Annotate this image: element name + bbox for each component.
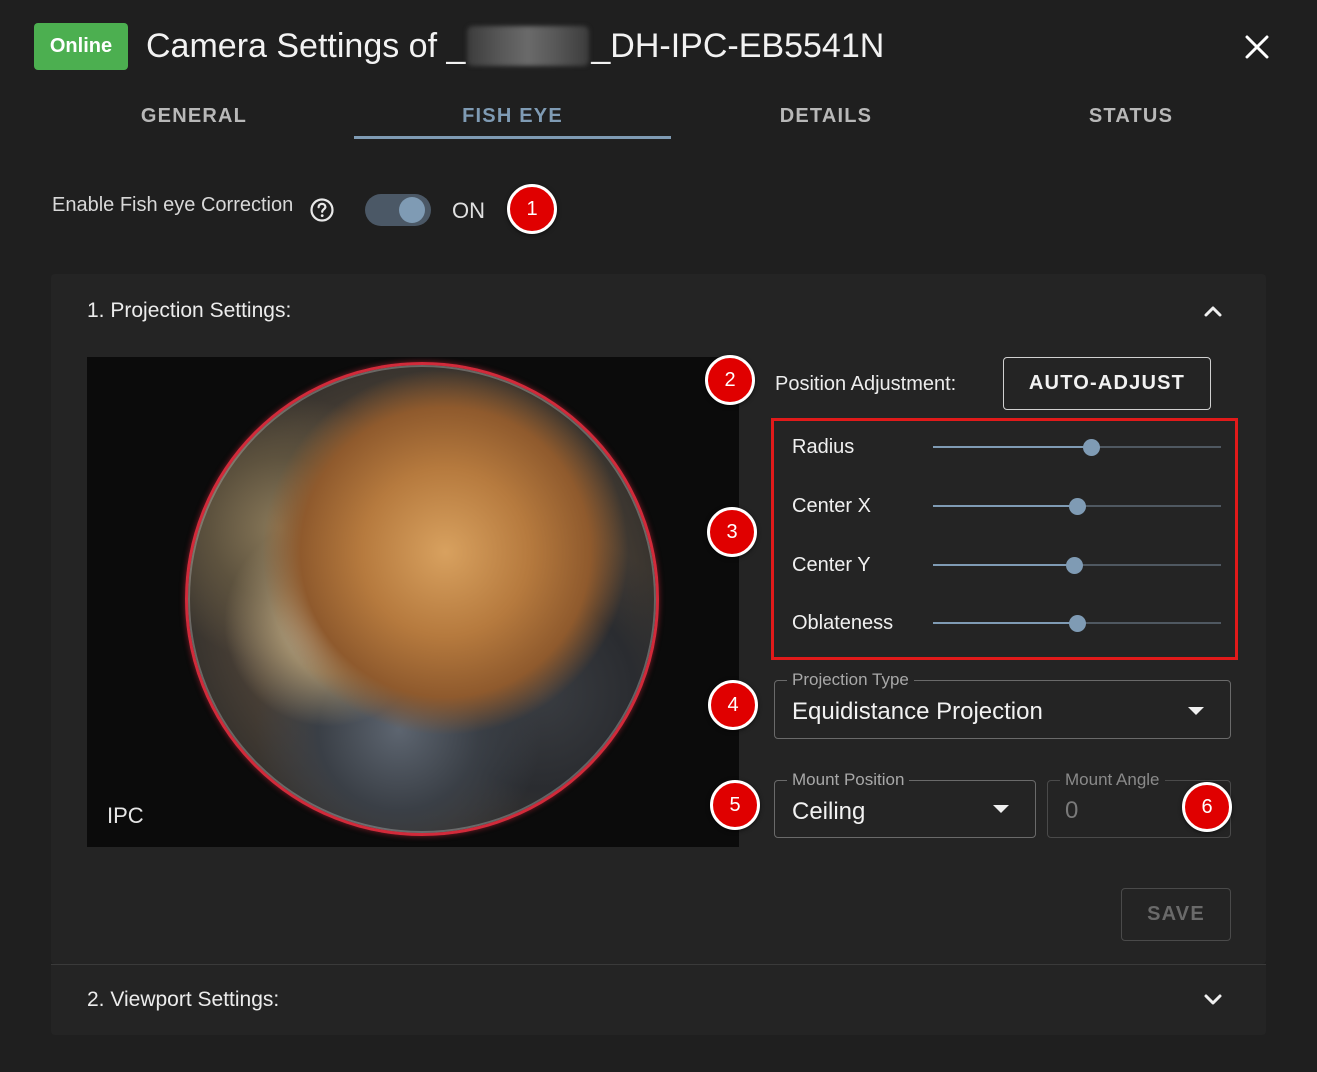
active-tab-indicator — [354, 136, 671, 139]
slider-fill — [933, 505, 1077, 507]
radius-label: Radius — [792, 436, 855, 458]
annotation-marker-2: 2 — [705, 355, 755, 405]
fisheye-image — [185, 362, 659, 836]
viewport-settings-panel[interactable]: 2. Viewport Settings: — [51, 965, 1266, 1035]
save-button[interactable]: SAVE — [1121, 888, 1231, 941]
annotation-marker-4: 4 — [708, 680, 758, 730]
mount-angle-value: 0 — [1065, 797, 1079, 824]
tab-fish-eye[interactable]: FISH EYE — [354, 92, 671, 140]
enable-fisheye-label: Enable Fish eye Correction — [52, 194, 294, 216]
tab-status[interactable]: STATUS — [981, 92, 1281, 140]
tab-general[interactable]: GENERAL — [34, 92, 354, 140]
center-x-slider[interactable] — [933, 496, 1221, 516]
preview-label: IPC — [107, 803, 144, 828]
annotation-marker-3: 3 — [707, 507, 757, 557]
center-x-label: Center X — [792, 495, 871, 517]
chevron-down-icon[interactable] — [1199, 985, 1227, 1013]
title-prefix: Camera Settings of _ — [146, 26, 466, 65]
oblateness-slider[interactable] — [933, 613, 1221, 633]
slider-knob[interactable] — [1069, 498, 1086, 515]
annotation-marker-5: 5 — [710, 780, 760, 830]
auto-adjust-button[interactable]: AUTO-ADJUST — [1003, 357, 1211, 410]
toggle-thumb — [399, 197, 425, 223]
help-icon[interactable] — [309, 197, 335, 223]
mount-position-value: Ceiling — [792, 798, 866, 825]
center-y-slider[interactable] — [933, 555, 1221, 575]
projection-settings-title: 1. Projection Settings: — [87, 299, 292, 322]
projection-type-value: Equidistance Projection — [792, 698, 1043, 725]
slider-fill — [933, 564, 1075, 566]
annotation-marker-1: 1 — [507, 184, 557, 234]
slider-fill — [933, 446, 1092, 448]
center-y-label: Center Y — [792, 554, 871, 576]
tab-bar: GENERAL FISH EYE DETAILS STATUS — [34, 92, 1284, 142]
title-suffix: _DH-IPC-EB5541N — [591, 26, 885, 65]
radius-slider[interactable] — [933, 437, 1221, 457]
close-icon — [1245, 35, 1269, 59]
chevron-down-icon — [993, 805, 1009, 813]
slider-knob[interactable] — [1066, 557, 1084, 574]
mount-angle-label: Mount Angle — [1060, 770, 1165, 790]
slider-fill — [933, 622, 1077, 624]
chevron-up-icon[interactable] — [1199, 297, 1227, 325]
projection-type-select[interactable]: Projection Type Equidistance Projection — [774, 670, 1231, 739]
redacted-camera-name — [467, 26, 590, 66]
mount-position-select[interactable]: Mount Position Ceiling — [774, 770, 1036, 838]
position-adjustment-label: Position Adjustment: — [775, 373, 957, 395]
slider-knob[interactable] — [1083, 439, 1101, 456]
fisheye-toggle[interactable] — [365, 194, 431, 226]
projection-type-label: Projection Type — [787, 670, 914, 690]
dialog-title: Camera Settings of _ _DH-IPC-EB5541N — [146, 24, 884, 68]
toggle-state-label: ON — [452, 198, 485, 223]
oblateness-label: Oblateness — [792, 612, 894, 634]
position-sliders-group: Radius Center X Center Y Oblateness — [771, 418, 1238, 660]
viewport-settings-title: 2. Viewport Settings: — [87, 988, 280, 1011]
dialog-header: Online Camera Settings of _ _DH-IPC-EB554… — [0, 0, 1317, 92]
slider-knob[interactable] — [1069, 615, 1086, 632]
chevron-down-icon — [1188, 707, 1204, 715]
status-badge: Online — [34, 23, 128, 70]
close-button[interactable] — [1238, 28, 1276, 66]
tab-details[interactable]: DETAILS — [671, 92, 981, 140]
camera-preview: IPC — [87, 357, 739, 847]
mount-position-label: Mount Position — [787, 770, 910, 790]
annotation-marker-6: 6 — [1182, 782, 1232, 832]
